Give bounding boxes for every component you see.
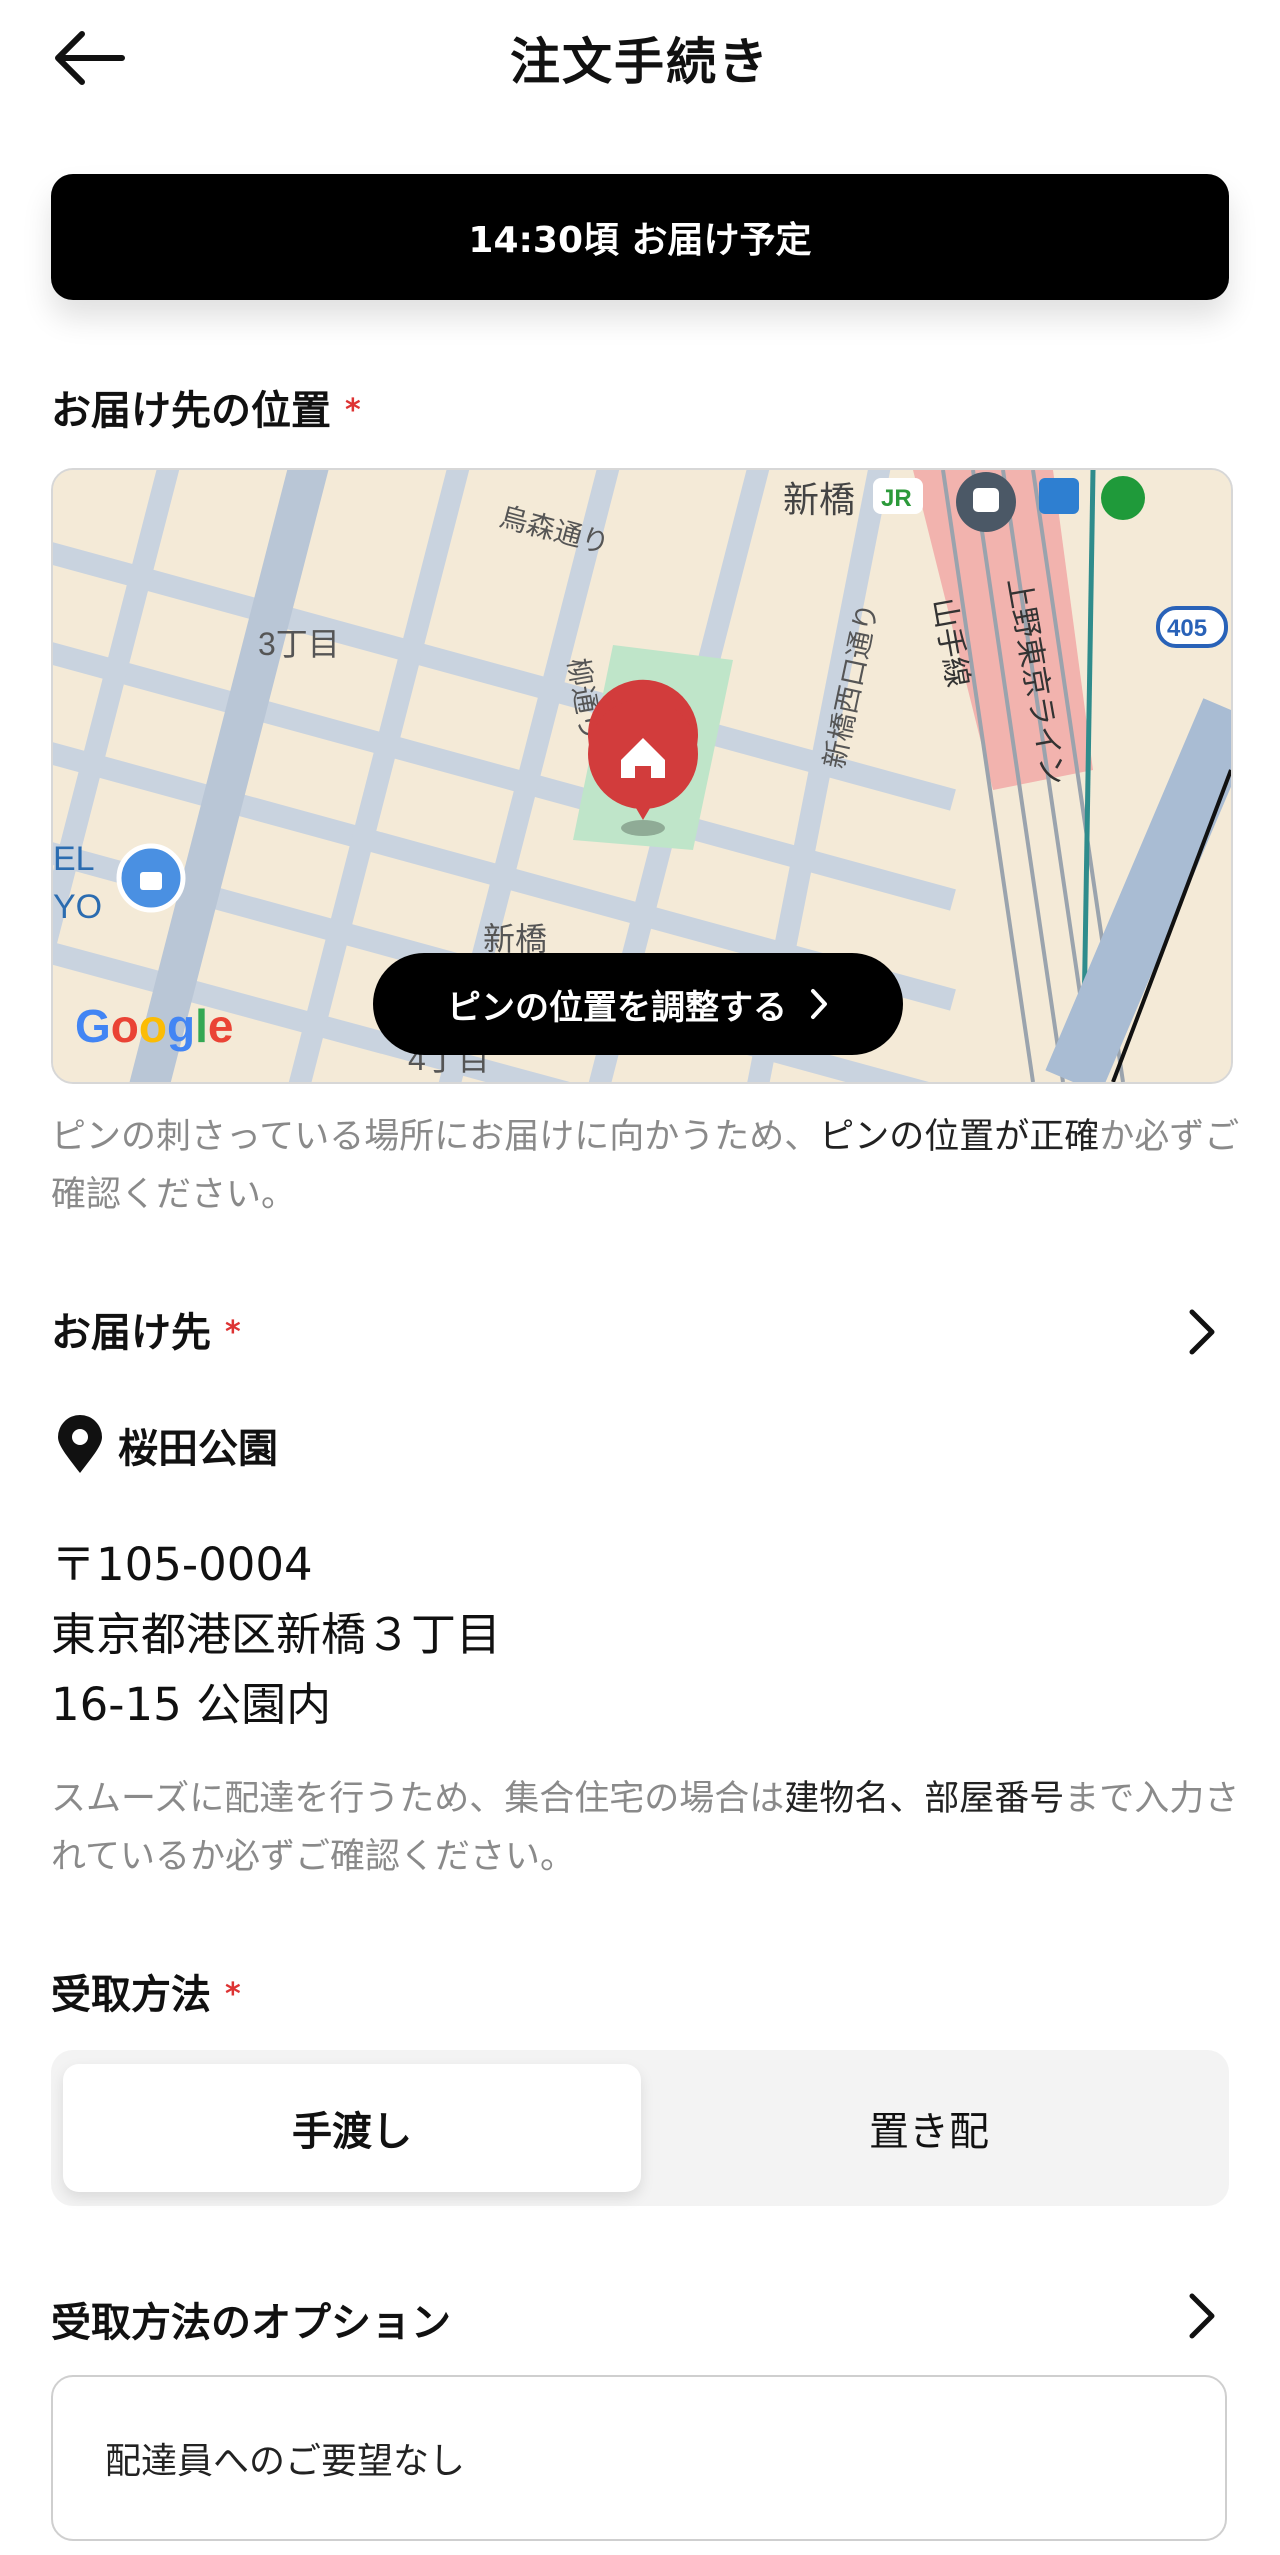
map-label: YO: [53, 888, 102, 926]
required-mark: *: [225, 1977, 241, 2012]
receive-method-title: 受取方法 *: [51, 1972, 241, 2018]
postal-code: 〒105-0004: [51, 1538, 313, 1591]
chevron-right-icon: [1189, 2293, 1215, 2339]
chevron-right-icon: [1189, 1309, 1215, 1355]
receive-option-leave-at-door[interactable]: 置き配: [641, 2064, 1217, 2192]
svg-text:JR: JR: [881, 485, 912, 512]
address-block: 〒105-0004 東京都港区新橋３丁目 16-15 公園内: [51, 1530, 501, 1740]
required-mark: *: [345, 393, 361, 428]
map-label: 405: [1167, 615, 1207, 642]
adjust-pin-button[interactable]: ピンの位置を調整する: [373, 953, 903, 1055]
svg-text:Google: Google: [75, 1000, 233, 1052]
receive-option-hand-delivery[interactable]: 手渡し: [63, 2064, 641, 2192]
destination-edit-button[interactable]: [1182, 1306, 1222, 1362]
map-label: 新橋: [783, 479, 855, 520]
address-line-2: 16-15 公園内: [51, 1678, 332, 1731]
place-name-row: 桜田公園: [56, 1415, 278, 1475]
address-line-1: 東京都港区新橋３丁目: [51, 1608, 502, 1661]
shop-marker-icon: [116, 843, 186, 913]
map-label: 新橋: [483, 921, 547, 957]
destination-section-title: お届け先 *: [51, 1310, 241, 1356]
address-note: スムーズに配達を行うため、集合住宅の場合は建物名、部屋番号まで入力されているか必…: [51, 1779, 1240, 1877]
required-mark: *: [225, 1315, 241, 1350]
pin-accuracy-note: ピンの刺さっている場所にお届けに向かうため、ピンの位置が正確か必ずご確認ください…: [51, 1117, 1240, 1215]
eta-banner: 14:30頃 お届け予定: [51, 174, 1229, 300]
page-title: 注文手続き: [510, 33, 770, 91]
map-label: 3丁目: [258, 626, 340, 662]
map-label: EL: [53, 840, 95, 878]
receive-options-field[interactable]: 配達員へのご要望なし: [51, 2375, 1227, 2541]
receive-options-button[interactable]: [1182, 2290, 1222, 2346]
location-pin-icon: [58, 1415, 102, 1473]
location-section-title: お届け先の位置 *: [51, 388, 361, 434]
receive-options-title: 受取方法のオプション: [51, 2300, 451, 2346]
google-logo: Google: [75, 1000, 233, 1052]
place-name: 桜田公園: [118, 1426, 278, 1472]
chevron-right-icon: [811, 989, 827, 1019]
